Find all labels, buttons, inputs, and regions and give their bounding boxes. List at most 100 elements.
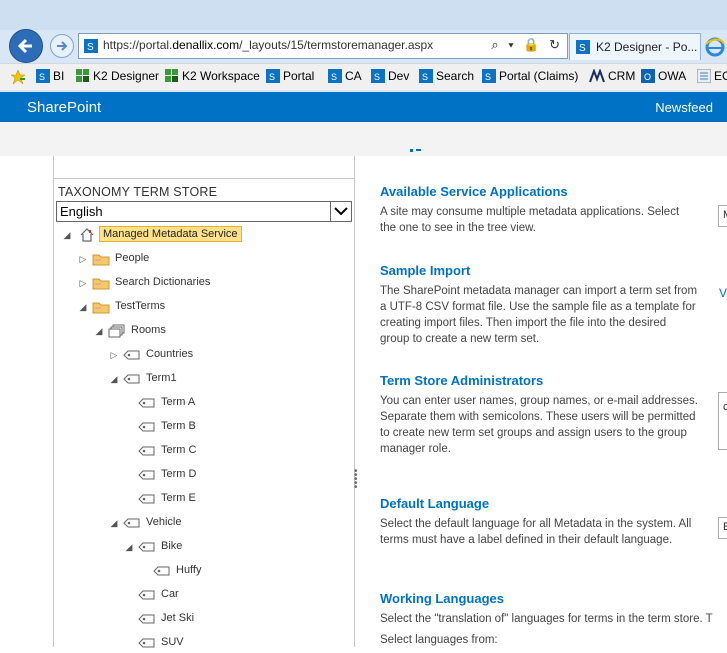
- sharepoint-icon: S: [266, 69, 280, 83]
- tree-node-label: Rooms: [131, 324, 166, 336]
- folder-icon: [92, 254, 110, 266]
- term-tag-icon: [138, 398, 155, 408]
- fav-portal-claims[interactable]: S Portal (Claims): [482, 69, 578, 83]
- fav-k2-workspace[interactable]: K2 Workspace: [165, 69, 260, 83]
- collapsed-arrow-icon[interactable]: ▷: [78, 278, 88, 289]
- text-available-service-applications: A site may consume multiple metadata app…: [380, 206, 680, 234]
- administrators-input[interactable]: c: [718, 392, 727, 450]
- pane-splitter-handle[interactable]: • • • • •: [354, 467, 358, 493]
- k2-icon: [76, 69, 89, 82]
- svg-text:O: O: [644, 72, 651, 82]
- svg-text:S: S: [485, 72, 491, 82]
- expanded-arrow-icon[interactable]: ◢: [109, 374, 119, 385]
- language-select[interactable]: English: [56, 201, 352, 222]
- sharepoint-icon: S: [36, 69, 50, 83]
- term-tag-icon: [153, 566, 170, 576]
- fav-owa[interactable]: O OWA: [641, 69, 686, 83]
- default-language-select[interactable]: E: [718, 517, 727, 539]
- svg-text:S: S: [39, 72, 45, 82]
- fav-bi[interactable]: S BI: [36, 69, 64, 83]
- text-term-store-administrators: You can enter user names, group names, o…: [380, 395, 698, 455]
- pane-divider: [54, 178, 354, 179]
- tree-node-label: Term B: [161, 420, 196, 432]
- ribbon-area: [0, 122, 727, 156]
- crm-icon: [589, 69, 605, 83]
- expanded-arrow-icon[interactable]: ◢: [109, 518, 119, 529]
- term-set-icon: [108, 324, 125, 338]
- address-bar[interactable]: S https://portal.denallix.com/_layouts/1…: [78, 33, 568, 59]
- term-tag-icon: [138, 542, 155, 552]
- expanded-arrow-icon[interactable]: ◢: [124, 542, 134, 553]
- term-tag-icon: [123, 374, 140, 384]
- tree-node-label: Managed Metadata Service: [99, 226, 242, 242]
- heading-working-languages: Working Languages: [380, 591, 504, 606]
- tree-node-label: Search Dictionaries: [115, 276, 211, 288]
- term-tag-icon: [138, 494, 155, 504]
- fav-portal[interactable]: S Portal: [266, 69, 314, 83]
- view-sample-link[interactable]: V: [719, 286, 727, 300]
- expanded-arrow-icon[interactable]: ◢: [62, 230, 72, 241]
- tab-k2-designer[interactable]: S K2 Designer - Po...: [569, 33, 701, 60]
- language-value: English: [60, 204, 103, 219]
- fav-search[interactable]: S Search: [419, 69, 474, 83]
- term-store-header: TAXONOMY TERM STORE: [58, 185, 218, 199]
- tree-node-label: Term1: [146, 372, 177, 384]
- service-application-select[interactable]: M: [718, 205, 727, 227]
- back-arrow-icon: [17, 38, 32, 54]
- term-tag-icon: [138, 422, 155, 432]
- newsfeed-link[interactable]: Newsfeed: [655, 100, 713, 115]
- tree-node-label: Vehicle: [146, 516, 182, 528]
- address-controls[interactable]: ⌕ ▾ 🔒 ↻: [491, 37, 563, 53]
- sharepoint-icon: S: [419, 69, 433, 83]
- fav-dev[interactable]: S Dev: [371, 69, 409, 83]
- term-tag-icon: [138, 614, 155, 624]
- forward-button[interactable]: [50, 34, 74, 58]
- sharepoint-icon: S: [482, 69, 496, 83]
- tree-node-label: Term C: [161, 444, 197, 456]
- heading-term-store-administrators: Term Store Administrators: [380, 373, 544, 388]
- tree-node-label: Car: [161, 588, 179, 600]
- term-tag-icon: [123, 350, 140, 360]
- tree-node-label: Countries: [146, 348, 194, 360]
- sharepoint-icon: S: [84, 39, 98, 53]
- url-text[interactable]: https://portal.denallix.com/_layouts/15/…: [103, 38, 433, 52]
- svg-text:S: S: [422, 72, 428, 82]
- cutoff-heading: [380, 147, 440, 156]
- tree-node-label: TestTerms: [115, 300, 166, 312]
- folder-icon: [92, 302, 110, 314]
- svg-text:S: S: [87, 42, 94, 53]
- chevron-down-icon[interactable]: [330, 202, 351, 221]
- expanded-arrow-icon[interactable]: ◢: [94, 326, 104, 337]
- fav-k2-designer[interactable]: K2 Designer: [76, 69, 159, 83]
- title-bar: [0, 0, 727, 30]
- fav-ca[interactable]: S CA: [328, 69, 362, 83]
- svg-text:S: S: [269, 72, 275, 82]
- internet-explorer-icon[interactable]: [704, 36, 726, 58]
- heading-available-service-applications: Available Service Applications: [380, 184, 568, 199]
- tab-title: K2 Designer - Po...: [596, 40, 698, 54]
- svg-text:S: S: [374, 72, 380, 82]
- collapsed-arrow-icon[interactable]: ▷: [78, 254, 88, 265]
- term-tag-icon: [138, 638, 155, 648]
- text-select-languages-from: Select languages from:: [380, 634, 498, 646]
- sharepoint-icon: S: [371, 69, 385, 83]
- folder-icon: [92, 278, 110, 290]
- tree-node-label: Jet Ski: [161, 612, 195, 624]
- tree-node-label: Bike: [161, 540, 183, 552]
- exchange-icon: [697, 69, 711, 83]
- term-tag-icon: [138, 590, 155, 600]
- expanded-arrow-icon[interactable]: ◢: [78, 302, 88, 313]
- favorites-star-icon[interactable]: [10, 69, 29, 85]
- back-button[interactable]: [9, 29, 43, 63]
- k2-icon: [165, 69, 178, 82]
- term-tag-icon: [138, 446, 155, 456]
- fav-crm[interactable]: CRM: [589, 69, 635, 83]
- term-tag-icon: [138, 470, 155, 480]
- sharepoint-title[interactable]: SharePoint: [27, 99, 101, 116]
- collapsed-arrow-icon[interactable]: ▷: [109, 350, 119, 361]
- tree-node-label: Term E: [161, 492, 196, 504]
- tree-node-label: People: [115, 252, 150, 264]
- text-default-language: Select the default language for all Meta…: [380, 518, 692, 546]
- sharepoint-icon: S: [328, 69, 342, 83]
- fav-ec[interactable]: EC: [697, 69, 727, 83]
